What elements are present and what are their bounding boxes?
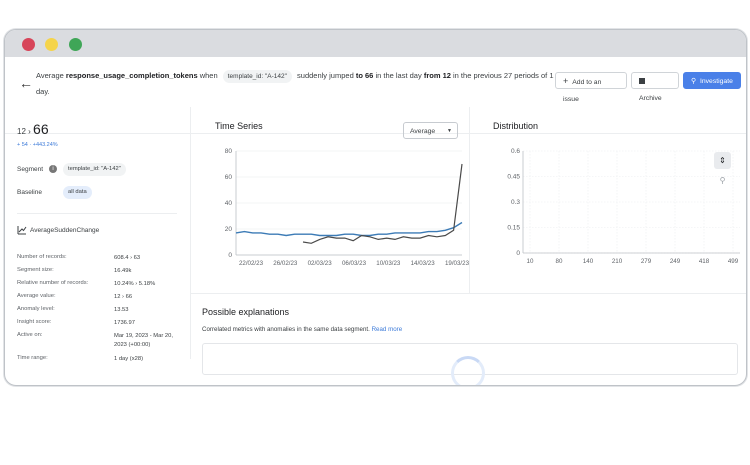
- maximize-window-button[interactable]: [69, 38, 82, 51]
- segment-value-chip: template_id: "A-142": [63, 163, 126, 176]
- metric-value: 13.53: [114, 307, 129, 313]
- x-tick-label: 140: [583, 258, 594, 265]
- metric-value: 16.49k: [114, 268, 132, 274]
- explanations-subtitle: Correlated metrics with anomalies in the…: [202, 326, 403, 333]
- x-tick-label: 80: [556, 258, 563, 265]
- metric-label: Number of records:: [17, 254, 67, 260]
- x-tick-label: 210: [612, 258, 623, 265]
- distribution-chart: 0 0.15 0.3 0.45 0.6 10 80 140 210 279 249 418 499: [507, 148, 740, 265]
- x-tick-label: 249: [670, 258, 681, 265]
- explanations-title: Possible explanations: [202, 307, 290, 317]
- x-tick-label: 418: [699, 258, 710, 265]
- metric-label: Anomaly level:: [17, 306, 55, 312]
- metric-value: 12 › 66: [114, 294, 133, 300]
- y-tick-label: 40: [225, 200, 233, 207]
- metric-value: Mar 19, 2023 - Mar 20, 2023 (+00:00): [114, 333, 173, 348]
- x-tick-label: 10/03/23: [376, 260, 401, 267]
- segment-label: Segment: [17, 166, 44, 173]
- baseline-label: Baseline: [17, 189, 42, 196]
- y-tick-label: 0: [516, 250, 520, 257]
- explanations-panel: Possible explanations Correlated metrics…: [191, 293, 746, 385]
- metric-label: Active on:: [17, 332, 43, 338]
- read-more-link[interactable]: Read more: [372, 326, 403, 333]
- metric-value: 1 day (x28): [114, 356, 143, 362]
- zoom-fit-icon[interactable]: ⇕: [714, 152, 731, 169]
- y-tick-label: 0.15: [507, 225, 520, 232]
- back-arrow-icon[interactable]: ←: [19, 75, 33, 91]
- close-window-button[interactable]: [22, 38, 35, 51]
- metric-label: Relative number of records:: [17, 280, 89, 286]
- title-bar: [5, 30, 746, 57]
- x-tick-label: 19/03/23: [445, 260, 469, 267]
- y-tick-label: 20: [225, 226, 233, 233]
- metric-label: Time range:: [17, 355, 48, 361]
- plus-icon: +: [563, 76, 569, 86]
- metric-row: Time range: 1 day (x28): [17, 355, 182, 362]
- y-tick-label: 80: [225, 148, 233, 155]
- info-icon[interactable]: i: [49, 165, 57, 173]
- summary-divider: [17, 213, 177, 214]
- summary-panel: 12 › 66 + 54 · +443.24% Segment i templa…: [5, 107, 191, 362]
- x-tick-label: 06/03/23: [342, 260, 367, 267]
- baseline-value-chip: all data: [63, 186, 92, 199]
- metric-value: 10.24% › 5.18%: [114, 281, 156, 287]
- metric-row: Segment size: 16.49k: [17, 267, 182, 274]
- app-window: ← Average response_usage_completion_toke…: [4, 29, 747, 386]
- x-tick-label: 26/02/23: [273, 260, 298, 267]
- segment-chip: template_id: "A-142": [222, 70, 292, 83]
- metric-label: Segment size:: [17, 267, 54, 273]
- y-tick-label: 0: [228, 252, 232, 259]
- x-tick-label: 02/03/23: [308, 260, 333, 267]
- metric-row: Active on: Mar 19, 2023 - Mar 20, 2023 (+…: [17, 332, 182, 348]
- y-tick-label: 0.45: [507, 174, 520, 181]
- time-series-chart: 0 20 40 60 80 22/02/23 26/02/23 02/03/23 06/03/2…: [225, 148, 469, 267]
- metric-label: Average value:: [17, 293, 56, 299]
- metric-row: Number of records: 608.4 › 63: [17, 254, 182, 261]
- chevron-down-icon: ▼: [447, 128, 452, 134]
- zoom-icon[interactable]: ⚲: [714, 172, 731, 189]
- aggregation-select[interactable]: Average ▼: [403, 122, 458, 139]
- search-icon: ⚲: [691, 78, 696, 85]
- y-tick-label: 60: [225, 174, 233, 181]
- minimize-window-button[interactable]: [45, 38, 58, 51]
- investigate-button[interactable]: ⚲ Investigate: [683, 72, 741, 89]
- metric-row: Insight score: 1736.97: [17, 319, 182, 326]
- metric-row: Average value: 12 › 66: [17, 293, 182, 300]
- metric-name: response_usage_completion_tokens: [65, 71, 198, 80]
- metric-value: 1736.97: [114, 320, 135, 326]
- trend-chart-icon: [17, 226, 27, 235]
- detector-name: AverageSuddenChange: [30, 227, 100, 234]
- x-tick-label: 279: [641, 258, 652, 265]
- loading-spinner-icon: [451, 356, 485, 385]
- x-tick-label: 14/03/23: [411, 260, 436, 267]
- explanations-loader: [202, 343, 738, 385]
- metric-row: Relative number of records: 10.24% › 5.18…: [17, 280, 182, 287]
- distribution-title: Distribution: [493, 121, 539, 131]
- metric-row: Anomaly level: 13.53: [17, 306, 182, 313]
- time-series-title: Time Series: [215, 121, 263, 131]
- y-tick-label: 0.6: [511, 148, 520, 155]
- value-change: 12 › 66: [17, 121, 49, 137]
- metric-label: Insight score:: [17, 319, 52, 325]
- archive-icon: [639, 78, 645, 84]
- x-tick-label: 22/02/23: [239, 260, 264, 267]
- archive-button[interactable]: Archive: [631, 72, 679, 102]
- insight-headline: Average response_usage_completion_tokens…: [36, 70, 554, 96]
- metric-value: 608.4 › 63: [114, 255, 141, 261]
- add-to-issue-button[interactable]: + Add to an issue: [555, 72, 627, 103]
- x-tick-label: 10: [527, 258, 534, 265]
- value-delta: + 54 · +443.24%: [17, 142, 58, 148]
- y-tick-label: 0.3: [511, 199, 520, 206]
- x-tick-label: 499: [728, 258, 739, 265]
